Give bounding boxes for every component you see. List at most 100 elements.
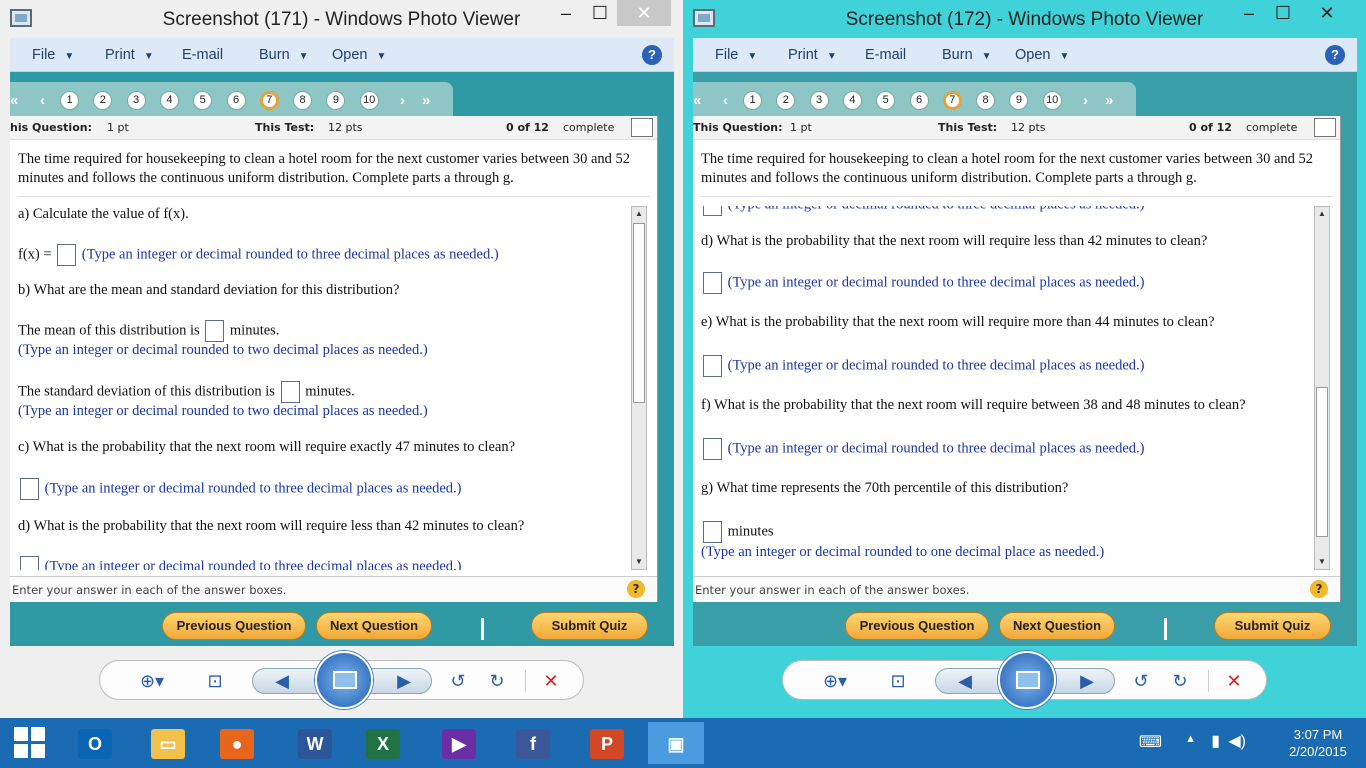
rotate-clockwise-icon[interactable]: ↻ [484,669,510,693]
clock[interactable]: 3:07 PM 2/20/2015 [1278,726,1358,760]
question-number-7[interactable]: 7 [259,91,279,110]
taskbar-facebook-icon[interactable]: f [505,722,561,764]
last-question-icon[interactable]: » [1105,92,1113,109]
menu-print[interactable]: Print ▼ [788,47,837,63]
question-number-7[interactable]: 7 [942,91,962,110]
previous-question-button[interactable]: Previous Question [845,612,989,640]
answer-input[interactable] [280,381,300,403]
menu-email[interactable]: E-mail [865,47,915,63]
taskbar-video-icon[interactable]: ▶ [431,722,487,764]
next-arrow-icon[interactable]: › [400,92,405,109]
taskbar-powerpoint-icon[interactable]: P [579,722,635,764]
delete-icon[interactable]: ✕ [1221,669,1247,693]
question-number-8[interactable]: 8 [976,91,996,110]
show-hidden-icons-icon[interactable]: ▲ [1185,733,1196,745]
previous-arrow-icon[interactable]: ‹ [723,92,728,109]
question-number-5[interactable]: 5 [876,91,896,110]
taskbar-outlook-icon[interactable]: O [67,722,123,764]
zoom-icon[interactable]: ⊕▾ [815,669,855,693]
scroll-up-icon[interactable]: ▲ [1315,207,1329,221]
slideshow-button[interactable] [315,651,373,709]
submit-quiz-button[interactable]: Submit Quiz [1214,612,1331,640]
menu-burn[interactable]: Burn ▼ [259,47,309,63]
answer-input[interactable] [20,478,39,500]
scroll-down-icon[interactable]: ▼ [632,555,646,569]
dropdown-arrow-icon: ▼ [747,51,758,62]
menu-file[interactable]: File ▼ [32,47,74,63]
power-icon[interactable]: ▮ [1211,731,1220,751]
submit-quiz-button[interactable]: Submit Quiz [531,612,648,640]
first-question-icon[interactable]: « [693,92,701,109]
previous-question-button[interactable]: Previous Question [162,612,306,640]
question-number-1[interactable]: 1 [743,91,762,110]
actual-size-icon[interactable]: ⊡ [885,669,911,693]
scroll-thumb[interactable] [1316,387,1328,537]
question-number-4[interactable]: 4 [159,91,179,110]
close-button[interactable]: ✕ [1300,0,1354,26]
question-number-8[interactable]: 8 [293,91,313,110]
delete-icon[interactable]: ✕ [538,669,564,693]
expand-icon[interactable] [631,118,653,137]
question-help-icon[interactable]: ? [627,580,645,598]
taskbar-firefox-icon[interactable]: ● [209,722,265,764]
scroll-thumb[interactable] [633,223,645,403]
question-number-2[interactable]: 2 [776,91,796,110]
answer-input[interactable] [703,355,722,377]
taskbar-file-explorer-icon[interactable]: ▭ [140,722,196,764]
answer-input[interactable] [703,521,722,543]
start-button[interactable] [14,727,46,759]
next-question-button[interactable]: Next Question [999,612,1115,640]
question-number-4[interactable]: 4 [842,91,862,110]
question-number-3[interactable]: 3 [126,91,146,110]
question-number-9[interactable]: 9 [1009,91,1029,110]
taskbar-photo-viewer-icon[interactable]: ▣ [648,722,704,764]
answer-input[interactable] [57,244,77,266]
next-arrow-icon[interactable]: › [1083,92,1088,109]
menu-email[interactable]: E-mail [182,47,232,63]
question-number-10[interactable]: 10 [359,91,379,110]
keyboard-icon[interactable]: ⌨ [1139,732,1162,752]
previous-arrow-icon[interactable]: ‹ [40,92,45,109]
rotate-counterclockwise-icon[interactable]: ↺ [445,669,471,693]
zoom-icon[interactable]: ⊕▾ [132,669,172,693]
scroll-up-icon[interactable]: ▲ [632,207,646,221]
taskbar-word-icon[interactable]: W [287,722,343,764]
rotate-clockwise-icon[interactable]: ↻ [1167,669,1193,693]
scroll-down-icon[interactable]: ▼ [1315,555,1329,569]
vertical-scrollbar[interactable]: ▲ ▼ [1314,206,1330,570]
next-question-button[interactable]: Next Question [316,612,432,640]
question-help-icon[interactable]: ? [1310,580,1328,598]
menu-file[interactable]: File ▼ [715,47,757,63]
question-number-3[interactable]: 3 [809,91,829,110]
question-number-6[interactable]: 6 [226,91,246,110]
menu-print[interactable]: Print ▼ [105,47,154,63]
rotate-counterclockwise-icon[interactable]: ↺ [1128,669,1154,693]
menu-open[interactable]: Open ▼ [332,47,386,63]
actual-size-icon[interactable]: ⊡ [202,669,228,693]
first-question-icon[interactable]: « [10,92,18,109]
last-question-icon[interactable]: » [422,92,430,109]
expand-icon[interactable] [1314,118,1336,137]
vertical-scrollbar[interactable]: ▲ ▼ [631,206,647,570]
footer-instructions: Enter your answer in each of the answer … [12,583,287,597]
answer-input[interactable] [703,272,722,294]
help-icon[interactable]: ? [1325,45,1345,65]
question-number-9[interactable]: 9 [326,91,346,110]
question-number-10[interactable]: 10 [1042,91,1062,110]
question-number-1[interactable]: 1 [60,91,79,110]
help-icon[interactable]: ? [642,45,662,65]
question-number-2[interactable]: 2 [93,91,113,110]
question-number-5[interactable]: 5 [193,91,213,110]
volume-icon[interactable]: ◀) [1228,731,1246,751]
question-number-6[interactable]: 6 [909,91,929,110]
slideshow-button[interactable] [998,651,1056,709]
taskbar-excel-icon[interactable]: X [355,722,411,764]
menu-open[interactable]: Open ▼ [1015,47,1069,63]
menu-burn[interactable]: Burn ▼ [942,47,992,63]
close-button[interactable]: ✕ [617,0,671,26]
answer-input[interactable] [205,320,225,342]
title-bar: Screenshot (171) - Windows Photo Viewer –… [0,0,683,38]
answer-input[interactable] [703,206,722,216]
answer-input[interactable] [703,438,722,460]
answer-input[interactable] [20,556,39,570]
